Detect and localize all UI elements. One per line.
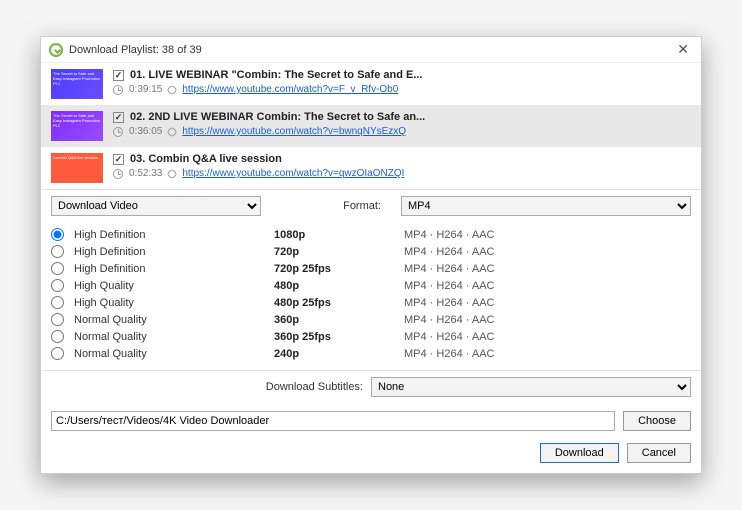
playlist-item-duration: 0:52:33 bbox=[129, 168, 162, 179]
subtitles-row: Download Subtitles: None bbox=[41, 371, 701, 403]
playlist-item-meta: ✓ 02. 2ND LIVE WEBINAR Combin: The Secret… bbox=[113, 111, 691, 137]
playlist-item-meta: ✓ 03. Combin Q&A live session 0:52:33 https… bbox=[113, 153, 691, 179]
quality-radio[interactable] bbox=[51, 262, 64, 275]
playlist-item-duration: 0:36:05 bbox=[129, 126, 162, 137]
quality-label: Normal Quality bbox=[74, 331, 274, 343]
playlist-item-title: 03. Combin Q&A live session bbox=[130, 153, 282, 165]
quality-row[interactable]: Normal Quality360p 25fpsMP4 · H264 · AAC bbox=[51, 328, 691, 345]
cancel-button[interactable]: Cancel bbox=[627, 443, 691, 463]
quality-codec: MP4 · H264 · AAC bbox=[404, 246, 494, 258]
quality-label: High Quality bbox=[74, 297, 274, 309]
quality-row[interactable]: High Definition720p 25fpsMP4 · H264 · AA… bbox=[51, 260, 691, 277]
quality-codec: MP4 · H264 · AAC bbox=[404, 280, 494, 292]
playlist-item-title: 01. LIVE WEBINAR "Combin: The Secret to … bbox=[130, 69, 422, 81]
checkbox-icon[interactable]: ✓ bbox=[113, 70, 124, 81]
subtitles-label: Download Subtitles: bbox=[266, 381, 363, 393]
quality-resolution: 720p 25fps bbox=[274, 263, 404, 275]
quality-codec: MP4 · H264 · AAC bbox=[404, 297, 494, 309]
close-icon[interactable]: ✕ bbox=[673, 41, 693, 58]
quality-label: Normal Quality bbox=[74, 348, 274, 360]
playlist-list[interactable]: The Secret to Safe and Easy Instagram Pr… bbox=[41, 63, 701, 190]
playlist-item-url[interactable]: https://www.youtube.com/watch?v=bwnqNYsE… bbox=[182, 126, 406, 137]
format-label: Format: bbox=[343, 200, 381, 212]
quality-resolution: 1080p bbox=[274, 229, 404, 241]
quality-codec: MP4 · H264 · AAC bbox=[404, 263, 494, 275]
quality-label: High Definition bbox=[74, 246, 274, 258]
clock-icon bbox=[113, 85, 123, 95]
quality-row[interactable]: Normal Quality360pMP4 · H264 · AAC bbox=[51, 311, 691, 328]
quality-radio[interactable] bbox=[51, 347, 64, 360]
playlist-item-url[interactable]: https://www.youtube.com/watch?v=qwzOIaON… bbox=[182, 168, 404, 179]
thumbnail: Combin Q&A live session bbox=[51, 153, 103, 183]
playlist-item[interactable]: The Secret to Safe and Easy Instagram Pr… bbox=[41, 105, 701, 147]
quality-radio[interactable] bbox=[51, 245, 64, 258]
subtitles-select[interactable]: None bbox=[371, 377, 691, 397]
quality-radio[interactable] bbox=[51, 228, 64, 241]
quality-radio[interactable] bbox=[51, 279, 64, 292]
playlist-item-title: 02. 2ND LIVE WEBINAR Combin: The Secret … bbox=[130, 111, 425, 123]
quality-row[interactable]: Normal Quality240pMP4 · H264 · AAC bbox=[51, 345, 691, 362]
quality-label: High Definition bbox=[74, 229, 274, 241]
quality-resolution: 720p bbox=[274, 246, 404, 258]
download-button[interactable]: Download bbox=[540, 443, 619, 463]
action-select[interactable]: Download Video bbox=[51, 196, 261, 216]
quality-codec: MP4 · H264 · AAC bbox=[404, 314, 494, 326]
quality-resolution: 480p bbox=[274, 280, 404, 292]
app-icon bbox=[49, 43, 63, 57]
checkbox-icon[interactable]: ✓ bbox=[113, 154, 124, 165]
window-title: Download Playlist: 38 of 39 bbox=[69, 44, 673, 56]
controls-row: Download Video Format: MP4 bbox=[41, 190, 701, 222]
path-input[interactable] bbox=[51, 411, 615, 431]
playlist-item-url[interactable]: https://www.youtube.com/watch?v=F_v_Rfv-… bbox=[182, 84, 398, 95]
quality-row[interactable]: High Definition720pMP4 · H264 · AAC bbox=[51, 243, 691, 260]
footer: Download Cancel bbox=[41, 435, 701, 473]
quality-resolution: 360p bbox=[274, 314, 404, 326]
path-row: Choose bbox=[41, 403, 701, 435]
playlist-item-duration: 0:39:15 bbox=[129, 84, 162, 95]
titlebar: Download Playlist: 38 of 39 ✕ bbox=[41, 37, 701, 63]
thumbnail: The Secret to Safe and Easy Instagram Pr… bbox=[51, 69, 103, 99]
quality-resolution: 360p 25fps bbox=[274, 331, 404, 343]
quality-codec: MP4 · H264 · AAC bbox=[404, 229, 494, 241]
quality-radio[interactable] bbox=[51, 330, 64, 343]
format-select[interactable]: MP4 bbox=[401, 196, 691, 216]
quality-codec: MP4 · H264 · AAC bbox=[404, 348, 494, 360]
playlist-item[interactable]: Combin Q&A live session ✓ 03. Combin Q&A l… bbox=[41, 147, 701, 189]
clock-icon bbox=[113, 127, 123, 137]
link-icon bbox=[167, 168, 178, 179]
clock-icon bbox=[113, 169, 123, 179]
checkbox-icon[interactable]: ✓ bbox=[113, 112, 124, 123]
quality-radio[interactable] bbox=[51, 313, 64, 326]
quality-resolution: 480p 25fps bbox=[274, 297, 404, 309]
playlist-item[interactable]: The Secret to Safe and Easy Instagram Pr… bbox=[41, 63, 701, 105]
quality-row[interactable]: High Definition1080pMP4 · H264 · AAC bbox=[51, 226, 691, 243]
link-icon bbox=[167, 84, 178, 95]
quality-label: High Definition bbox=[74, 263, 274, 275]
quality-row[interactable]: High Quality480p 25fpsMP4 · H264 · AAC bbox=[51, 294, 691, 311]
thumbnail: The Secret to Safe and Easy Instagram Pr… bbox=[51, 111, 103, 141]
quality-codec: MP4 · H264 · AAC bbox=[404, 331, 494, 343]
quality-label: High Quality bbox=[74, 280, 274, 292]
quality-row[interactable]: High Quality480pMP4 · H264 · AAC bbox=[51, 277, 691, 294]
quality-list: High Definition1080pMP4 · H264 · AACHigh… bbox=[41, 222, 701, 371]
quality-resolution: 240p bbox=[274, 348, 404, 360]
quality-radio[interactable] bbox=[51, 296, 64, 309]
playlist-item-meta: ✓ 01. LIVE WEBINAR "Combin: The Secret to… bbox=[113, 69, 691, 95]
dialog-window: Download Playlist: 38 of 39 ✕ The Secret… bbox=[40, 36, 702, 474]
choose-button[interactable]: Choose bbox=[623, 411, 691, 431]
quality-label: Normal Quality bbox=[74, 314, 274, 326]
link-icon bbox=[167, 126, 178, 137]
